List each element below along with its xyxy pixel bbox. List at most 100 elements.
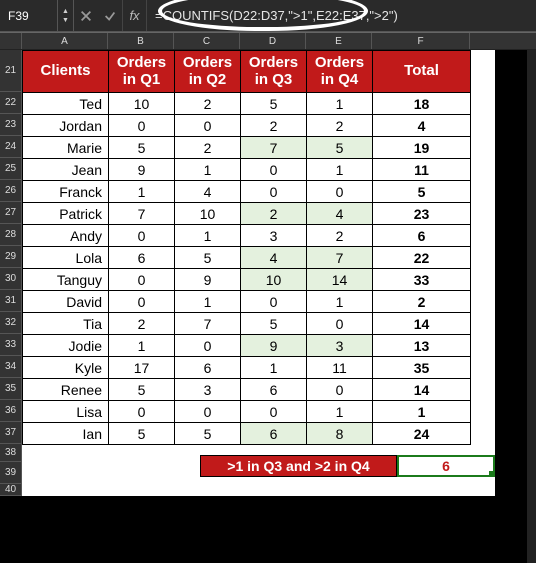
order-cell[interactable]: 7: [109, 203, 175, 225]
order-cell[interactable]: 2: [241, 115, 307, 137]
row-header-27[interactable]: 27: [0, 202, 22, 224]
order-cell[interactable]: 7: [307, 247, 373, 269]
order-cell[interactable]: 5: [109, 379, 175, 401]
total-cell[interactable]: 33: [373, 269, 471, 291]
order-cell[interactable]: 1: [175, 159, 241, 181]
order-cell[interactable]: 1: [307, 291, 373, 313]
order-cell[interactable]: 8: [307, 423, 373, 445]
row-header-39[interactable]: 39: [0, 462, 22, 484]
row-header-40[interactable]: 40: [0, 484, 22, 496]
total-cell[interactable]: 13: [373, 335, 471, 357]
column-header-B[interactable]: B: [108, 33, 174, 49]
row-header-32[interactable]: 32: [0, 312, 22, 334]
order-cell[interactable]: 9: [241, 335, 307, 357]
order-cell[interactable]: 14: [307, 269, 373, 291]
total-cell[interactable]: 22: [373, 247, 471, 269]
order-cell[interactable]: 5: [109, 137, 175, 159]
client-name-cell[interactable]: David: [23, 291, 109, 313]
order-cell[interactable]: 2: [241, 203, 307, 225]
order-cell[interactable]: 0: [307, 379, 373, 401]
total-cell[interactable]: 24: [373, 423, 471, 445]
order-cell[interactable]: 0: [241, 159, 307, 181]
row-header-23[interactable]: 23: [0, 114, 22, 136]
row-header-31[interactable]: 31: [0, 290, 22, 312]
order-cell[interactable]: 3: [241, 225, 307, 247]
order-cell[interactable]: 0: [175, 115, 241, 137]
order-cell[interactable]: 1: [307, 93, 373, 115]
row-header-38[interactable]: 38: [0, 444, 22, 462]
row-header-25[interactable]: 25: [0, 158, 22, 180]
client-name-cell[interactable]: Jordan: [23, 115, 109, 137]
client-name-cell[interactable]: Lisa: [23, 401, 109, 423]
total-cell[interactable]: 6: [373, 225, 471, 247]
order-cell[interactable]: 3: [307, 335, 373, 357]
name-box[interactable]: F39: [0, 0, 58, 31]
order-cell[interactable]: 2: [109, 313, 175, 335]
total-cell[interactable]: 14: [373, 379, 471, 401]
order-cell[interactable]: 11: [307, 357, 373, 379]
order-cell[interactable]: 5: [307, 137, 373, 159]
order-cell[interactable]: 0: [109, 291, 175, 313]
order-cell[interactable]: 1: [175, 225, 241, 247]
column-header-E[interactable]: E: [306, 33, 372, 49]
order-cell[interactable]: 5: [241, 313, 307, 335]
name-box-spinner[interactable]: ▲ ▼: [58, 0, 74, 31]
confirm-formula-button[interactable]: [98, 0, 122, 31]
row-header-34[interactable]: 34: [0, 356, 22, 378]
total-cell[interactable]: 35: [373, 357, 471, 379]
vertical-scrollbar[interactable]: [527, 50, 536, 563]
order-cell[interactable]: 5: [175, 423, 241, 445]
client-name-cell[interactable]: Tia: [23, 313, 109, 335]
client-name-cell[interactable]: Renee: [23, 379, 109, 401]
order-cell[interactable]: 2: [175, 93, 241, 115]
order-cell[interactable]: 1: [109, 181, 175, 203]
order-cell[interactable]: 0: [241, 401, 307, 423]
order-cell[interactable]: 0: [109, 225, 175, 247]
client-name-cell[interactable]: Andy: [23, 225, 109, 247]
order-cell[interactable]: 17: [109, 357, 175, 379]
order-cell[interactable]: 0: [109, 401, 175, 423]
row-header-22[interactable]: 22: [0, 92, 22, 114]
table-header[interactable]: Ordersin Q4: [307, 51, 373, 93]
row-header-30[interactable]: 30: [0, 268, 22, 290]
order-cell[interactable]: 7: [241, 137, 307, 159]
order-cell[interactable]: 0: [307, 181, 373, 203]
order-cell[interactable]: 6: [175, 357, 241, 379]
order-cell[interactable]: 5: [241, 93, 307, 115]
row-header-37[interactable]: 37: [0, 422, 22, 444]
order-cell[interactable]: 6: [241, 423, 307, 445]
row-header-35[interactable]: 35: [0, 378, 22, 400]
order-cell[interactable]: 2: [307, 225, 373, 247]
order-cell[interactable]: 4: [175, 181, 241, 203]
order-cell[interactable]: 0: [109, 115, 175, 137]
order-cell[interactable]: 1: [241, 357, 307, 379]
order-cell[interactable]: 0: [109, 269, 175, 291]
client-name-cell[interactable]: Lola: [23, 247, 109, 269]
client-name-cell[interactable]: Patrick: [23, 203, 109, 225]
column-header-C[interactable]: C: [174, 33, 240, 49]
table-header[interactable]: Total: [373, 51, 471, 93]
order-cell[interactable]: 3: [175, 379, 241, 401]
cancel-formula-button[interactable]: [74, 0, 98, 31]
fx-button[interactable]: fx: [122, 0, 146, 31]
order-cell[interactable]: 1: [175, 291, 241, 313]
row-header-36[interactable]: 36: [0, 400, 22, 422]
order-cell[interactable]: 9: [109, 159, 175, 181]
summary-label-cell[interactable]: >1 in Q3 and >2 in Q4: [200, 455, 397, 477]
total-cell[interactable]: 2: [373, 291, 471, 313]
order-cell[interactable]: 0: [241, 291, 307, 313]
order-cell[interactable]: 0: [241, 181, 307, 203]
row-header-24[interactable]: 24: [0, 136, 22, 158]
order-cell[interactable]: 2: [307, 115, 373, 137]
column-header-D[interactable]: D: [240, 33, 306, 49]
total-cell[interactable]: 11: [373, 159, 471, 181]
order-cell[interactable]: 0: [307, 313, 373, 335]
order-cell[interactable]: 10: [175, 203, 241, 225]
order-cell[interactable]: 1: [109, 335, 175, 357]
column-header-A[interactable]: A: [22, 33, 108, 49]
formula-input[interactable]: =COUNTIFS(D22:D37,">1",E22:E37,">2"): [146, 0, 486, 31]
spreadsheet-grid[interactable]: ClientsOrdersin Q1Ordersin Q2Ordersin Q3…: [22, 50, 495, 496]
order-cell[interactable]: 1: [307, 401, 373, 423]
client-name-cell[interactable]: Franck: [23, 181, 109, 203]
order-cell[interactable]: 6: [241, 379, 307, 401]
